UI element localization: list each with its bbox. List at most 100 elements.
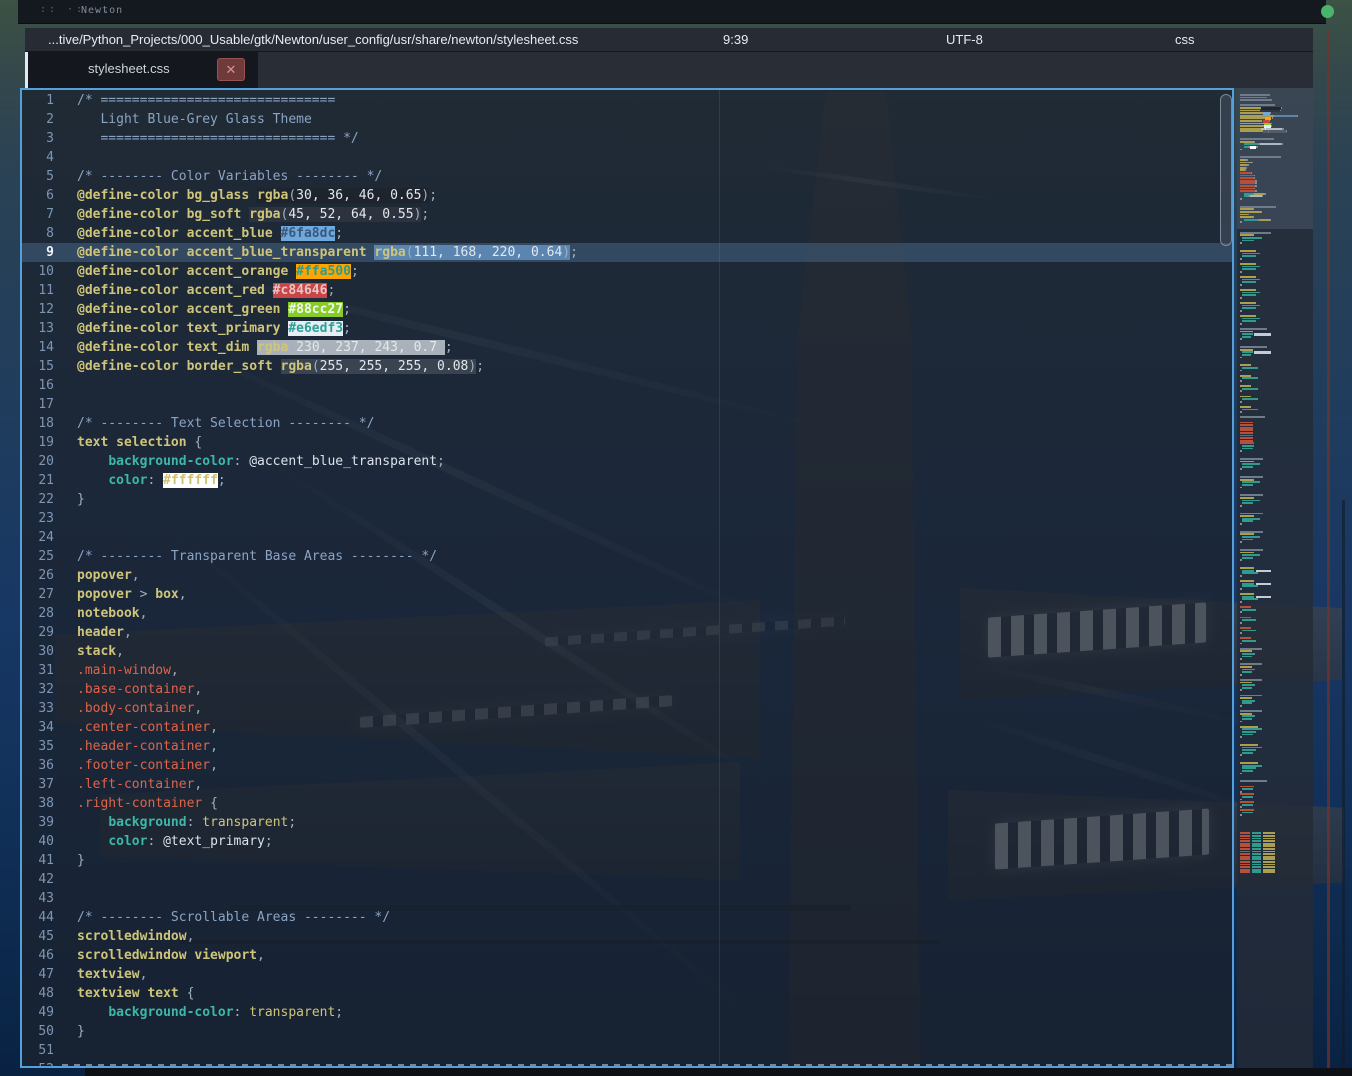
code-line-13[interactable]: 13@define-color text_primary #e6edf3; bbox=[22, 319, 1232, 338]
line-number[interactable]: 27 bbox=[22, 585, 54, 604]
line-number[interactable]: 19 bbox=[22, 433, 54, 452]
code-line-48[interactable]: 48textview text { bbox=[22, 984, 1232, 1003]
code-line-22[interactable]: 22} bbox=[22, 490, 1232, 509]
line-number[interactable]: 23 bbox=[22, 509, 54, 528]
code-line-1[interactable]: 1/* ============================== bbox=[22, 91, 1232, 110]
line-number[interactable]: 21 bbox=[22, 471, 54, 490]
line-number[interactable]: 50 bbox=[22, 1022, 54, 1041]
code-line-42[interactable]: 42 bbox=[22, 870, 1232, 889]
code-line-8[interactable]: 8@define-color accent_blue #6fa8dc; bbox=[22, 224, 1232, 243]
code-line-11[interactable]: 11@define-color accent_red #c84646; bbox=[22, 281, 1232, 300]
line-number[interactable]: 1 bbox=[22, 91, 54, 110]
line-number[interactable]: 7 bbox=[22, 205, 54, 224]
line-number[interactable]: 48 bbox=[22, 984, 54, 1003]
code-line-27[interactable]: 27popover > box, bbox=[22, 585, 1232, 604]
code-line-15[interactable]: 15@define-color border_soft rgba(255, 25… bbox=[22, 357, 1232, 376]
code-line-25[interactable]: 25/* -------- Transparent Base Areas ---… bbox=[22, 547, 1232, 566]
line-number[interactable]: 24 bbox=[22, 528, 54, 547]
line-number[interactable]: 45 bbox=[22, 927, 54, 946]
line-number[interactable]: 10 bbox=[22, 262, 54, 281]
scrollbar-thumb[interactable] bbox=[1220, 94, 1232, 246]
code-line-38[interactable]: 38.right-container { bbox=[22, 794, 1232, 813]
line-number[interactable]: 51 bbox=[22, 1041, 54, 1060]
code-line-41[interactable]: 41} bbox=[22, 851, 1232, 870]
tab-close-button[interactable]: ✕ bbox=[217, 58, 245, 81]
code-line-44[interactable]: 44/* -------- Scrollable Areas -------- … bbox=[22, 908, 1232, 927]
line-number[interactable]: 20 bbox=[22, 452, 54, 471]
line-number[interactable]: 41 bbox=[22, 851, 54, 870]
code-line-34[interactable]: 34.center-container, bbox=[22, 718, 1232, 737]
minimap[interactable] bbox=[1237, 88, 1313, 1068]
code-line-37[interactable]: 37.left-container, bbox=[22, 775, 1232, 794]
line-number[interactable]: 30 bbox=[22, 642, 54, 661]
code-line-40[interactable]: 40 color: @text_primary; bbox=[22, 832, 1232, 851]
line-number[interactable]: 37 bbox=[22, 775, 54, 794]
line-number[interactable]: 6 bbox=[22, 186, 54, 205]
line-number[interactable]: 43 bbox=[22, 889, 54, 908]
code-line-29[interactable]: 29header, bbox=[22, 623, 1232, 642]
code-line-19[interactable]: 19text selection { bbox=[22, 433, 1232, 452]
line-number[interactable]: 35 bbox=[22, 737, 54, 756]
code-line-7[interactable]: 7@define-color bg_soft rgba(45, 52, 64, … bbox=[22, 205, 1232, 224]
line-number[interactable]: 18 bbox=[22, 414, 54, 433]
line-number[interactable]: 39 bbox=[22, 813, 54, 832]
line-number[interactable]: 5 bbox=[22, 167, 54, 186]
line-number[interactable]: 15 bbox=[22, 357, 54, 376]
code-line-26[interactable]: 26popover, bbox=[22, 566, 1232, 585]
code-line-24[interactable]: 24 bbox=[22, 528, 1232, 547]
code-line-50[interactable]: 50} bbox=[22, 1022, 1232, 1041]
line-number[interactable]: 8 bbox=[22, 224, 54, 243]
code-line-32[interactable]: 32.base-container, bbox=[22, 680, 1232, 699]
line-number[interactable]: 36 bbox=[22, 756, 54, 775]
line-number[interactable]: 49 bbox=[22, 1003, 54, 1022]
code-line-6[interactable]: 6@define-color bg_glass rgba(30, 36, 46,… bbox=[22, 186, 1232, 205]
line-number[interactable]: 2 bbox=[22, 110, 54, 129]
code-line-3[interactable]: 3 ============================== */ bbox=[22, 129, 1232, 148]
code-lines[interactable]: 1/* ==============================2 Ligh… bbox=[22, 90, 1232, 1066]
line-number[interactable]: 12 bbox=[22, 300, 54, 319]
code-line-28[interactable]: 28notebook, bbox=[22, 604, 1232, 623]
code-line-33[interactable]: 33.body-container, bbox=[22, 699, 1232, 718]
code-line-5[interactable]: 5/* -------- Color Variables -------- */ bbox=[22, 167, 1232, 186]
line-number[interactable]: 46 bbox=[22, 946, 54, 965]
line-number[interactable]: 4 bbox=[22, 148, 54, 167]
line-number[interactable]: 26 bbox=[22, 566, 54, 585]
code-line-18[interactable]: 18/* -------- Text Selection -------- */ bbox=[22, 414, 1232, 433]
code-line-4[interactable]: 4 bbox=[22, 148, 1232, 167]
line-number[interactable]: 11 bbox=[22, 281, 54, 300]
code-line-30[interactable]: 30stack, bbox=[22, 642, 1232, 661]
code-line-39[interactable]: 39 background: transparent; bbox=[22, 813, 1232, 832]
line-number[interactable]: 38 bbox=[22, 794, 54, 813]
line-number[interactable]: 52 bbox=[22, 1060, 54, 1066]
code-editor[interactable]: 1/* ==============================2 Ligh… bbox=[20, 88, 1234, 1068]
line-number[interactable]: 31 bbox=[22, 661, 54, 680]
line-number[interactable]: 40 bbox=[22, 832, 54, 851]
code-line-45[interactable]: 45scrolledwindow, bbox=[22, 927, 1232, 946]
code-line-46[interactable]: 46scrolledwindow viewport, bbox=[22, 946, 1232, 965]
line-number[interactable]: 33 bbox=[22, 699, 54, 718]
code-line-14[interactable]: 14@define-color text_dim rgba(230, 237, … bbox=[22, 338, 1232, 357]
window-status-light[interactable] bbox=[1321, 5, 1334, 18]
code-line-2[interactable]: 2 Light Blue-Grey Glass Theme bbox=[22, 110, 1232, 129]
line-number[interactable]: 9 bbox=[22, 243, 54, 262]
tab-stylesheet[interactable]: stylesheet.css ✕ bbox=[25, 52, 258, 88]
code-line-51[interactable]: 51 bbox=[22, 1041, 1232, 1060]
line-number[interactable]: 14 bbox=[22, 338, 54, 357]
line-number[interactable]: 17 bbox=[22, 395, 54, 414]
line-number[interactable]: 42 bbox=[22, 870, 54, 889]
line-number[interactable]: 32 bbox=[22, 680, 54, 699]
line-number[interactable]: 34 bbox=[22, 718, 54, 737]
code-line-16[interactable]: 16 bbox=[22, 376, 1232, 395]
line-number[interactable]: 47 bbox=[22, 965, 54, 984]
code-line-36[interactable]: 36.footer-container, bbox=[22, 756, 1232, 775]
code-line-49[interactable]: 49 background-color: transparent; bbox=[22, 1003, 1232, 1022]
line-number[interactable]: 22 bbox=[22, 490, 54, 509]
line-number[interactable]: 29 bbox=[22, 623, 54, 642]
line-number[interactable]: 28 bbox=[22, 604, 54, 623]
code-line-31[interactable]: 31.main-window, bbox=[22, 661, 1232, 680]
code-line-47[interactable]: 47textview, bbox=[22, 965, 1232, 984]
line-number[interactable]: 13 bbox=[22, 319, 54, 338]
line-number[interactable]: 44 bbox=[22, 908, 54, 927]
code-line-23[interactable]: 23 bbox=[22, 509, 1232, 528]
line-number[interactable]: 25 bbox=[22, 547, 54, 566]
